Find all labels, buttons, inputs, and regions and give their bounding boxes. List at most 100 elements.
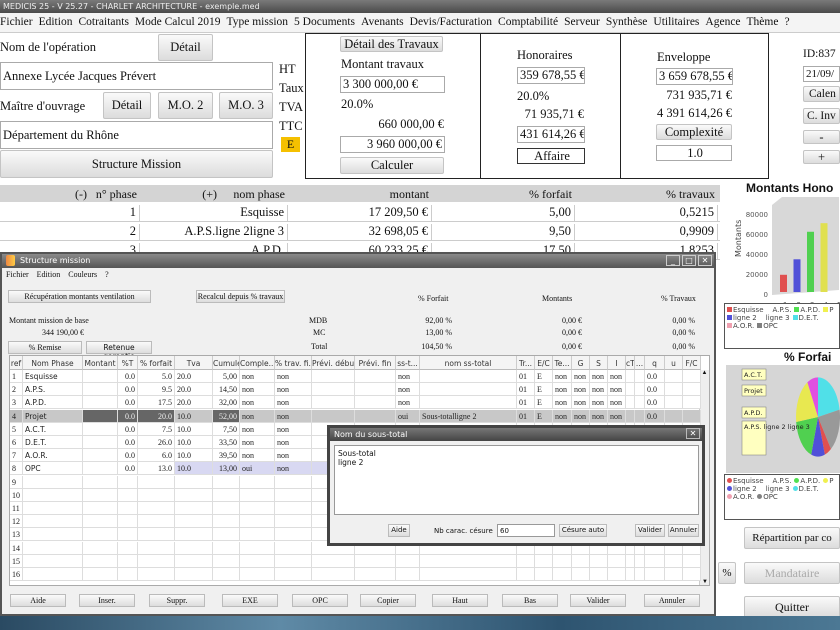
column-header[interactable]: ... xyxy=(635,356,645,370)
table-cell[interactable] xyxy=(572,554,590,568)
table-cell[interactable] xyxy=(83,541,118,555)
phase-row[interactable]: 2 A.P.S.ligne 2ligne 3 32 698,05 €9,50 0,99… xyxy=(0,222,720,241)
table-cell[interactable]: non xyxy=(553,370,572,383)
table-cell[interactable] xyxy=(312,554,355,568)
table-cell[interactable] xyxy=(665,370,683,383)
table-cell[interactable] xyxy=(312,409,355,423)
table-cell[interactable]: 3 xyxy=(10,396,23,410)
table-cell[interactable] xyxy=(118,541,138,555)
table-cell[interactable] xyxy=(275,475,312,489)
subtotal-close-icon[interactable]: ✕ xyxy=(686,428,700,439)
menu-item-10[interactable]: Synthèse xyxy=(606,16,648,32)
table-cell[interactable] xyxy=(118,488,138,502)
table-cell[interactable] xyxy=(683,396,701,410)
table-cell[interactable]: 14,50 xyxy=(213,383,240,397)
menu-item-13[interactable]: Thème xyxy=(747,16,779,32)
table-cell[interactable] xyxy=(23,568,83,581)
menu-item-12[interactable]: Agence xyxy=(705,16,740,32)
table-cell[interactable]: 9.5 xyxy=(138,383,175,397)
table-cell[interactable]: non xyxy=(275,422,312,436)
table-cell[interactable] xyxy=(683,383,701,397)
table-cell[interactable] xyxy=(635,370,645,383)
table-cell[interactable] xyxy=(355,568,396,581)
table-cell[interactable] xyxy=(275,568,312,581)
table-cell[interactable]: non xyxy=(553,396,572,410)
table-cell[interactable] xyxy=(83,554,118,568)
table-cell[interactable] xyxy=(213,515,240,529)
table-cell[interactable]: non xyxy=(608,396,626,410)
table-cell[interactable]: non xyxy=(608,409,626,423)
table-cell[interactable]: non xyxy=(572,383,590,397)
table-cell[interactable] xyxy=(420,383,517,397)
table-cell[interactable]: non xyxy=(396,370,420,383)
table-cell[interactable]: 0.0 xyxy=(645,383,665,397)
table-cell[interactable]: Projet xyxy=(23,409,83,423)
menu-item-5[interactable]: 5 Documents xyxy=(294,16,355,32)
mo2-button[interactable]: M.O. 2 xyxy=(158,92,213,119)
quitter-button[interactable]: Quitter xyxy=(744,596,840,618)
table-cell[interactable]: 33,50 xyxy=(213,436,240,449)
table-cell[interactable]: 0.0 xyxy=(645,370,665,383)
table-cell[interactable]: non xyxy=(275,436,312,449)
column-header[interactable]: G xyxy=(572,356,590,370)
table-cell[interactable] xyxy=(118,475,138,489)
column-header[interactable]: F/C xyxy=(683,356,701,370)
table-cell[interactable] xyxy=(138,528,175,542)
table-cell[interactable]: A.C.T. xyxy=(23,422,83,436)
table-cell[interactable]: 10.0 xyxy=(175,449,213,463)
table-cell[interactable]: 13.0 xyxy=(138,462,175,476)
table-cell[interactable] xyxy=(312,568,355,581)
structure-copier-button[interactable]: Copier xyxy=(360,594,416,607)
table-cell[interactable] xyxy=(355,554,396,568)
structure-menu-2[interactable]: Couleurs xyxy=(68,270,97,279)
table-cell[interactable] xyxy=(635,396,645,410)
table-cell[interactable]: non xyxy=(572,396,590,410)
column-header[interactable]: Comple... xyxy=(240,356,275,370)
table-cell[interactable] xyxy=(83,409,118,423)
table-cell[interactable]: non xyxy=(240,436,275,449)
structure-exe-button[interactable]: EXE xyxy=(222,594,278,607)
table-cell[interactable]: 10.0 xyxy=(175,436,213,449)
table-cell[interactable]: non xyxy=(608,383,626,397)
table-cell[interactable]: 10.0 xyxy=(175,462,213,476)
table-cell[interactable] xyxy=(420,396,517,410)
table-cell[interactable] xyxy=(635,568,645,581)
cesure-input[interactable]: 60 xyxy=(497,524,555,537)
table-cell[interactable]: 5.0 xyxy=(138,370,175,383)
table-cell[interactable]: E xyxy=(535,396,553,410)
table-cell[interactable] xyxy=(83,528,118,542)
menu-item-14[interactable]: ? xyxy=(784,16,789,32)
column-header[interactable]: Prévi. débul xyxy=(312,356,355,370)
table-cell[interactable] xyxy=(118,528,138,542)
column-header[interactable]: S xyxy=(590,356,608,370)
subtotal-valider-button[interactable]: Valider xyxy=(635,524,665,537)
table-cell[interactable] xyxy=(665,554,683,568)
table-cell[interactable]: 11 xyxy=(10,502,23,515)
table-cell[interactable] xyxy=(665,568,683,581)
table-cell[interactable]: non xyxy=(590,396,608,410)
mandataire-button[interactable]: Mandataire xyxy=(744,562,840,584)
column-header[interactable]: % forfait xyxy=(138,356,175,370)
table-cell[interactable]: non xyxy=(275,462,312,476)
menu-item-4[interactable]: Type mission xyxy=(227,16,289,32)
table-cell[interactable] xyxy=(175,502,213,515)
table-cell[interactable] xyxy=(420,568,517,581)
table-cell[interactable] xyxy=(626,409,635,423)
table-cell[interactable]: 20.0 xyxy=(175,383,213,397)
table-cell[interactable]: non xyxy=(590,370,608,383)
table-cell[interactable]: 20.0 xyxy=(138,409,175,423)
table-cell[interactable] xyxy=(213,475,240,489)
table-cell[interactable] xyxy=(23,541,83,555)
table-cell[interactable]: non xyxy=(553,383,572,397)
column-header[interactable]: cT xyxy=(626,356,635,370)
recalcul-button[interactable]: Recalcul depuis % travaux xyxy=(196,290,285,303)
structure-menu-0[interactable]: Fichier xyxy=(6,270,29,279)
column-header[interactable]: Cumulé xyxy=(213,356,240,370)
column-header[interactable]: ref xyxy=(10,356,23,370)
table-cell[interactable] xyxy=(553,568,572,581)
table-cell[interactable] xyxy=(23,554,83,568)
table-cell[interactable] xyxy=(23,488,83,502)
table-cell[interactable]: E xyxy=(535,383,553,397)
honoraires-ttc-field[interactable]: 431 614,26 € xyxy=(517,126,585,143)
table-cell[interactable] xyxy=(312,370,355,383)
